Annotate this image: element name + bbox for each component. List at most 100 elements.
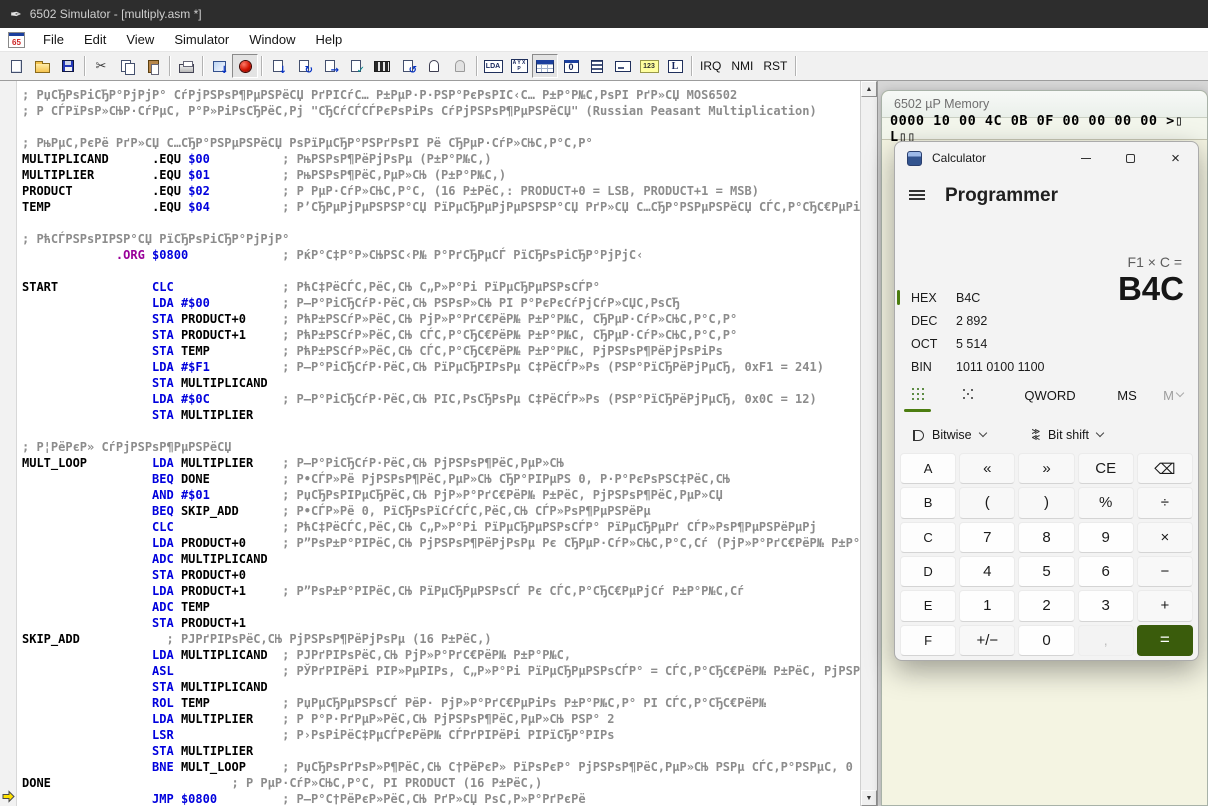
key-6[interactable]: 6 bbox=[1078, 556, 1134, 587]
document-65-icon: 65 bbox=[8, 32, 25, 48]
app-titlebar[interactable]: ✒ 6502 Simulator - [multiply.asm *] bbox=[0, 0, 1208, 28]
bitwise-dropdown[interactable]: Bitwise bbox=[907, 427, 992, 443]
save-button[interactable] bbox=[55, 54, 81, 78]
key-equals[interactable]: = bbox=[1137, 625, 1193, 656]
key-left-shift[interactable]: « bbox=[959, 453, 1015, 484]
paste-button[interactable] bbox=[140, 54, 166, 78]
key-clear-entry[interactable]: CE bbox=[1078, 453, 1134, 484]
editor-scrollbar[interactable]: ▲ ▼ bbox=[860, 81, 877, 806]
menu-view[interactable]: View bbox=[116, 29, 164, 50]
bit-toggle-keypad[interactable] bbox=[955, 384, 981, 406]
run-to-cursor-button[interactable] bbox=[343, 54, 369, 78]
show-console-icon bbox=[615, 61, 631, 72]
new-file-button[interactable] bbox=[3, 54, 29, 78]
show-zero-page-icon bbox=[564, 60, 579, 73]
full-keypad-toggle[interactable] bbox=[905, 384, 931, 406]
show-labels-icon: L bbox=[668, 60, 683, 73]
menu-simulator[interactable]: Simulator bbox=[164, 29, 239, 50]
pause-disabled-button[interactable] bbox=[447, 54, 473, 78]
code-line: ; РћСЃРЅРѕРІРЅР°СЏ РїСЂРѕРіСЂР°РјРјР° bbox=[22, 231, 860, 247]
code-content[interactable]: ; РџСЂРѕРіСЂР°РјРјР° СѓРјРЅРѕР¶РµРЅРёСЏ … bbox=[18, 81, 860, 806]
key-2[interactable]: 2 bbox=[1018, 590, 1074, 621]
memory-strip-icon bbox=[374, 61, 390, 72]
hamburger-menu-button[interactable] bbox=[905, 184, 929, 207]
step-out-button[interactable] bbox=[317, 54, 343, 78]
key-0[interactable]: 0 bbox=[1018, 625, 1074, 656]
word-size-button[interactable]: QWORD bbox=[1015, 382, 1085, 408]
nmi-button[interactable]: NMI bbox=[726, 54, 758, 78]
key-backspace[interactable]: ⌫ bbox=[1137, 453, 1193, 484]
key-c[interactable]: C bbox=[900, 522, 956, 553]
key-decimal-separator[interactable]: , bbox=[1078, 625, 1134, 656]
key-a[interactable]: A bbox=[900, 453, 956, 484]
code-line: STA PRODUCT+0 bbox=[22, 567, 860, 583]
scrollbar-up-button[interactable]: ▲ bbox=[861, 81, 877, 97]
copy-button[interactable] bbox=[114, 54, 140, 78]
key-8[interactable]: 8 bbox=[1018, 522, 1074, 553]
step-over-button[interactable] bbox=[291, 54, 317, 78]
key-7[interactable]: 7 bbox=[959, 522, 1015, 553]
radix-hex[interactable]: HEXB4C bbox=[895, 286, 1198, 309]
maximize-button[interactable] bbox=[1108, 142, 1153, 174]
show-memory-button[interactable] bbox=[532, 54, 558, 78]
menu-edit[interactable]: Edit bbox=[74, 29, 116, 50]
key-d[interactable]: D bbox=[900, 556, 956, 587]
show-code-button[interactable]: LDA bbox=[480, 54, 506, 78]
key-divide[interactable]: ÷ bbox=[1137, 487, 1193, 518]
memory-strip-button[interactable] bbox=[369, 54, 395, 78]
show-console-button[interactable] bbox=[610, 54, 636, 78]
show-labels-button[interactable]: L bbox=[662, 54, 688, 78]
debug-mode-button[interactable] bbox=[232, 54, 258, 78]
key-subtract[interactable]: − bbox=[1137, 556, 1193, 587]
key-5[interactable]: 5 bbox=[1018, 556, 1074, 587]
io-window-button[interactable] bbox=[395, 54, 421, 78]
bit-shift-dropdown[interactable]: ≫≪Bit shift bbox=[1026, 427, 1109, 443]
show-zero-page-button[interactable] bbox=[558, 54, 584, 78]
menu-window[interactable]: Window bbox=[239, 29, 305, 50]
close-button[interactable]: × bbox=[1153, 142, 1198, 174]
show-registers-button[interactable]: A Y X P bbox=[506, 54, 532, 78]
key-b[interactable]: B bbox=[900, 487, 956, 518]
radix-oct[interactable]: OCT5 514 bbox=[895, 332, 1198, 355]
cut-button[interactable] bbox=[88, 54, 114, 78]
key-percent[interactable]: % bbox=[1078, 487, 1134, 518]
memory-store-button[interactable]: MS bbox=[1107, 382, 1147, 408]
key-close-paren[interactable]: ) bbox=[1018, 487, 1074, 518]
pause-disabled-icon bbox=[455, 60, 465, 72]
scrollbar-down-button[interactable]: ▼ bbox=[861, 790, 877, 806]
show-stack-button[interactable] bbox=[584, 54, 610, 78]
toolbar-separator bbox=[261, 56, 262, 76]
key-multiply[interactable]: × bbox=[1137, 522, 1193, 553]
key-right-shift[interactable]: » bbox=[1018, 453, 1074, 484]
pause-button[interactable] bbox=[421, 54, 447, 78]
irq-button[interactable]: IRQ bbox=[695, 54, 726, 78]
radix-bin[interactable]: BIN1011 0100 1100 bbox=[895, 355, 1198, 378]
key-9[interactable]: 9 bbox=[1078, 522, 1134, 553]
rst-button[interactable]: RST bbox=[758, 54, 792, 78]
assemble-button[interactable] bbox=[206, 54, 232, 78]
minimize-button[interactable] bbox=[1063, 142, 1108, 174]
key-f[interactable]: F bbox=[900, 625, 956, 656]
menu-file[interactable]: File bbox=[33, 29, 74, 50]
key-add[interactable]: + bbox=[1137, 590, 1193, 621]
radix-dec[interactable]: DEC2 892 bbox=[895, 309, 1198, 332]
memory-menu-button[interactable]: M bbox=[1153, 382, 1193, 408]
key-1[interactable]: 1 bbox=[959, 590, 1015, 621]
radix-hex-label: HEX bbox=[911, 291, 956, 305]
key-3[interactable]: 3 bbox=[1078, 590, 1134, 621]
open-file-button[interactable] bbox=[29, 54, 55, 78]
key-open-paren[interactable]: ( bbox=[959, 487, 1015, 518]
key-4[interactable]: 4 bbox=[959, 556, 1015, 587]
print-button[interactable] bbox=[173, 54, 199, 78]
step-button[interactable] bbox=[265, 54, 291, 78]
key-plus-minus[interactable]: +/− bbox=[959, 625, 1015, 656]
code-line: STA PRODUCT+0 ; РћР±РЅСѓР»РёС‚СЊ РјР»Р°Р… bbox=[22, 311, 860, 327]
code-line: LSR ; Р›РѕРіРёС‡РµСЃРєРёР№ СЃРґРІРёРі РІ… bbox=[22, 727, 860, 743]
decimal-display-button[interactable]: 123 bbox=[636, 54, 662, 78]
code-line: START CLC ; РћС‡РёСЃС‚РёС‚СЊ С„Р»Р°Рі Рї… bbox=[22, 279, 860, 295]
menu-help[interactable]: Help bbox=[305, 29, 352, 50]
key-e[interactable]: E bbox=[900, 590, 956, 621]
memory-window-title: 6502 µP Memory bbox=[894, 97, 989, 111]
memory-row[interactable]: 0000 10 00 4C 0B 0F 00 00 00 00 >▯ L▯▯ bbox=[882, 118, 1207, 140]
code-line: LDA PRODUCT+1 ; Р”РѕР±Р°РІРёС‚СЊ РїРµСЂР… bbox=[22, 583, 860, 599]
